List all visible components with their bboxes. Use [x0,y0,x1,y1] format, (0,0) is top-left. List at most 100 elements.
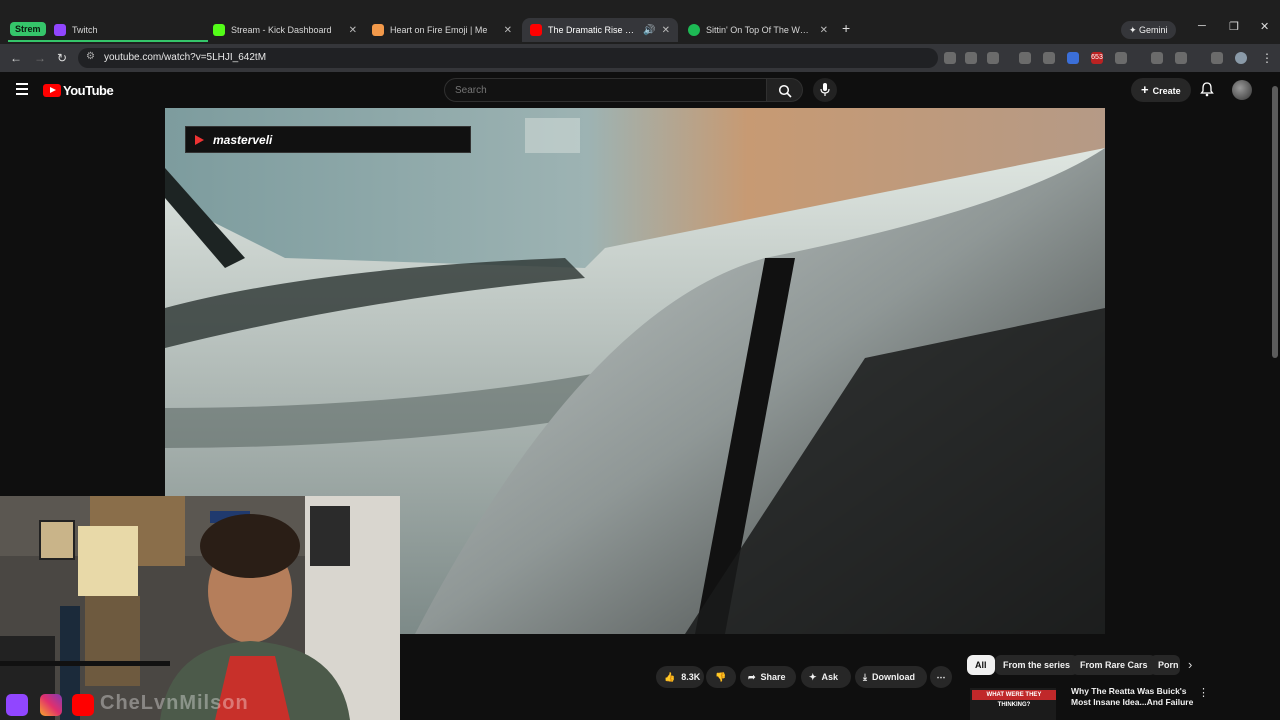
download-icon: ⤓ [863,672,867,682]
bell-icon [1200,82,1214,97]
hamburger-menu-icon[interactable] [16,83,28,98]
tab-heart-on-fire[interactable]: Heart on Fire Emoji | Me ✕ [364,18,520,42]
close-icon[interactable]: ✕ [662,25,670,36]
like-count: 8.3K [681,672,701,682]
share-icon: ➦ [748,672,756,682]
download-label: Download [871,672,915,682]
create-button[interactable]: + Create [1131,78,1191,102]
page-scrollbar[interactable] [1270,72,1280,720]
minimize-icon[interactable]: ─ [1198,20,1206,32]
gemini-label: Gemini [1139,25,1168,35]
youtube-header: YouTube +Create [0,72,1270,108]
browser-toolbar: ← → ↻ ⚙ youtube.com/watch?v=5LHJI_642tM … [0,44,1280,72]
tab-kick-dashboard[interactable]: Stream - Kick Dashboard ✕ [205,18,365,42]
create-label: Create [1152,86,1181,96]
streamer-socials-overlay: CheLvnMilson [0,690,300,720]
speaker-icon[interactable]: 🔊 [643,25,655,36]
close-icon[interactable]: ✕ [820,25,828,36]
more-actions-button[interactable]: ⋯ [930,666,952,688]
menu-kebab-icon[interactable]: ⋮ [1198,686,1209,699]
spotify-icon [688,24,700,36]
webcam-feed [0,496,400,720]
more-horizontal-icon: ⋯ [936,672,946,682]
thumbs-down-icon: 👎 [715,672,727,682]
voice-search-button[interactable] [813,78,837,102]
menu-kebab-icon[interactable]: ⋮ [1261,51,1273,65]
kick-icon [213,24,225,36]
tab-group-label[interactable]: Strem [10,22,46,36]
channel-watermark-banner: masterveli [185,126,471,153]
tab-group-underline [8,40,208,42]
ask-button[interactable]: ✦ Ask [801,666,851,688]
forward-icon[interactable]: → [34,51,46,65]
youtube-logo-text[interactable]: YouTube [63,83,114,98]
install-icon[interactable] [944,52,956,64]
tab-spotify[interactable]: Sittin' On Top Of The World ✕ [680,18,836,42]
youtube-icon [72,694,94,716]
search-button[interactable] [767,78,803,102]
bookmarks-icon[interactable] [1151,52,1163,64]
webcam-overlay [0,496,400,720]
power-icon[interactable] [1043,52,1055,64]
zoom-icon[interactable] [965,52,977,64]
chip-from-the-series[interactable]: From the series [995,655,1079,675]
scrollbar-thumb[interactable] [1272,86,1278,358]
thumbnail-caption: WHAT WERE THEY THINKING? [972,690,1056,708]
streamer-handle: CheLvnMilson [100,692,249,714]
share-button[interactable]: ➦ Share [740,666,796,688]
share-label: Share [760,672,786,682]
browser-tab-strip: Strem Twitch Stream - Kick Dashboard ✕ H… [0,0,1280,44]
search-box[interactable] [444,78,767,102]
profile-icon[interactable] [1235,52,1247,64]
twitch-icon [54,24,66,36]
microphone-icon [820,83,830,96]
chip-all[interactable]: All [967,655,995,675]
search-icon [778,84,792,98]
sparkle-icon: ✦ [809,672,817,682]
recommended-title[interactable]: Why The Reatta Was Buick's Most Insane I… [1071,686,1195,706]
youtube-logo-icon[interactable] [43,84,61,97]
tab-youtube-active[interactable]: The Dramatic Rise & Fall Of 🔊 ✕ [522,18,678,42]
split-view-icon[interactable] [1175,52,1187,64]
download-button[interactable]: ⤓ Download [855,666,927,688]
extension-icon[interactable] [1067,52,1079,64]
search-input[interactable] [445,79,766,101]
notifications-button[interactable] [1200,82,1214,102]
instagram-icon [40,694,62,716]
tab-twitch[interactable]: Twitch [46,18,206,42]
restore-icon[interactable]: ❐ [1229,20,1239,33]
plus-icon: + [1141,82,1149,97]
ask-label: Ask [821,672,839,682]
thumbs-up-icon: 👍 [664,672,676,682]
bookmark-star-icon[interactable] [987,52,999,64]
dislike-button[interactable]: 👎 [706,666,736,688]
extension-badge-icon[interactable]: 653 [1091,52,1103,64]
site-info-icon[interactable]: ⚙ [86,51,95,62]
new-tab-button[interactable]: + [842,20,850,36]
play-icon [195,135,204,145]
extension-icon[interactable] [1019,52,1031,64]
twitch-icon [6,694,28,716]
puzzle-icon[interactable] [1115,52,1127,64]
address-bar[interactable]: ⚙ youtube.com/watch?v=5LHJI_642tM [78,48,938,68]
tab-title: Twitch [72,25,98,35]
chevron-right-icon[interactable]: › [1188,657,1192,672]
recommended-thumbnail[interactable]: WHAT WERE THEY THINKING? [970,688,1056,720]
address-url[interactable]: youtube.com/watch?v=5LHJI_642tM [104,52,266,63]
reload-icon[interactable]: ↻ [57,51,67,65]
window-close-icon[interactable]: ✕ [1260,20,1269,33]
close-icon[interactable]: ✕ [504,25,512,36]
back-icon[interactable]: ← [10,51,22,65]
like-button[interactable]: 👍 8.3K [656,666,704,688]
tab-title: Sittin' On Top Of The World [706,25,814,35]
tab-title: Stream - Kick Dashboard [231,25,332,35]
avatar[interactable] [1232,80,1252,100]
media-icon[interactable] [1211,52,1223,64]
chip-truncated[interactable]: Porn [1150,655,1180,675]
tab-title: Heart on Fire Emoji | Me [390,25,488,35]
close-icon[interactable]: ✕ [349,25,357,36]
chip-from-rare-cars[interactable]: From Rare Cars [1072,655,1156,675]
gemini-button[interactable]: ✦ Gemini [1121,21,1176,39]
channel-watermark-name: masterveli [213,133,273,147]
tab-title: The Dramatic Rise & Fall Of [548,25,640,35]
